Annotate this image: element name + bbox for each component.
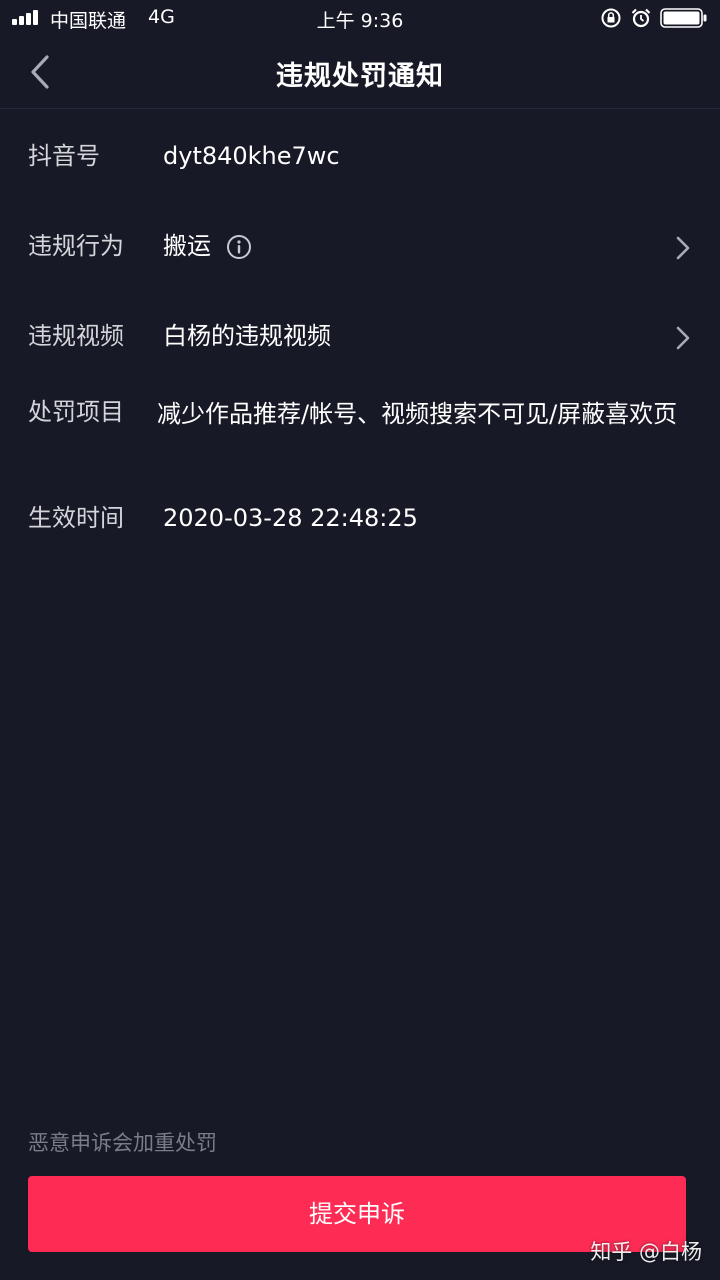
submit-appeal-button[interactable]: 提交申诉	[28, 1176, 686, 1252]
appeal-warning-text: 恶意申诉会加重处罚	[28, 1131, 217, 1155]
violation-behavior-row[interactable]: 违规行为 搬运	[0, 232, 720, 264]
punishment-value: 减少作品推荐/帐号、视频搜索不可见/屏蔽喜欢页	[157, 400, 678, 428]
screen: 中国联通 4G 上午 9:36 违规处罚通知 抖音号 dyt840khe7wc …	[0, 0, 720, 1280]
chevron-right-icon	[676, 326, 690, 350]
alarm-icon	[631, 8, 651, 28]
effective-time-label: 生效时间	[28, 504, 124, 532]
rotation-lock-icon	[601, 8, 621, 28]
status-icons	[600, 5, 710, 29]
account-row: 抖音号 dyt840khe7wc	[0, 142, 720, 174]
header-divider	[0, 108, 720, 109]
effective-time-value: 2020-03-28 22:48:25	[163, 504, 418, 532]
page-title: 违规处罚通知	[276, 61, 444, 92]
violation-behavior-value: 搬运	[163, 232, 211, 260]
violation-video-label: 违规视频	[28, 322, 124, 350]
effective-time-row: 生效时间 2020-03-28 22:48:25	[0, 504, 720, 536]
violation-behavior-label: 违规行为	[28, 232, 124, 260]
violation-video-value: 白杨的违规视频	[163, 322, 331, 350]
chevron-right-icon	[676, 236, 690, 260]
account-label: 抖音号	[28, 142, 100, 170]
info-icon[interactable]	[226, 234, 252, 260]
navigation-bar: 违规处罚通知	[0, 36, 720, 108]
punishment-label: 处罚项目	[28, 398, 124, 426]
status-bar: 中国联通 4G 上午 9:36	[0, 0, 720, 36]
violation-video-row[interactable]: 违规视频 白杨的违规视频	[0, 322, 720, 354]
zhihu-watermark: 知乎 @白杨	[590, 1240, 702, 1264]
account-value: dyt840khe7wc	[163, 142, 340, 170]
battery-icon	[660, 8, 707, 28]
